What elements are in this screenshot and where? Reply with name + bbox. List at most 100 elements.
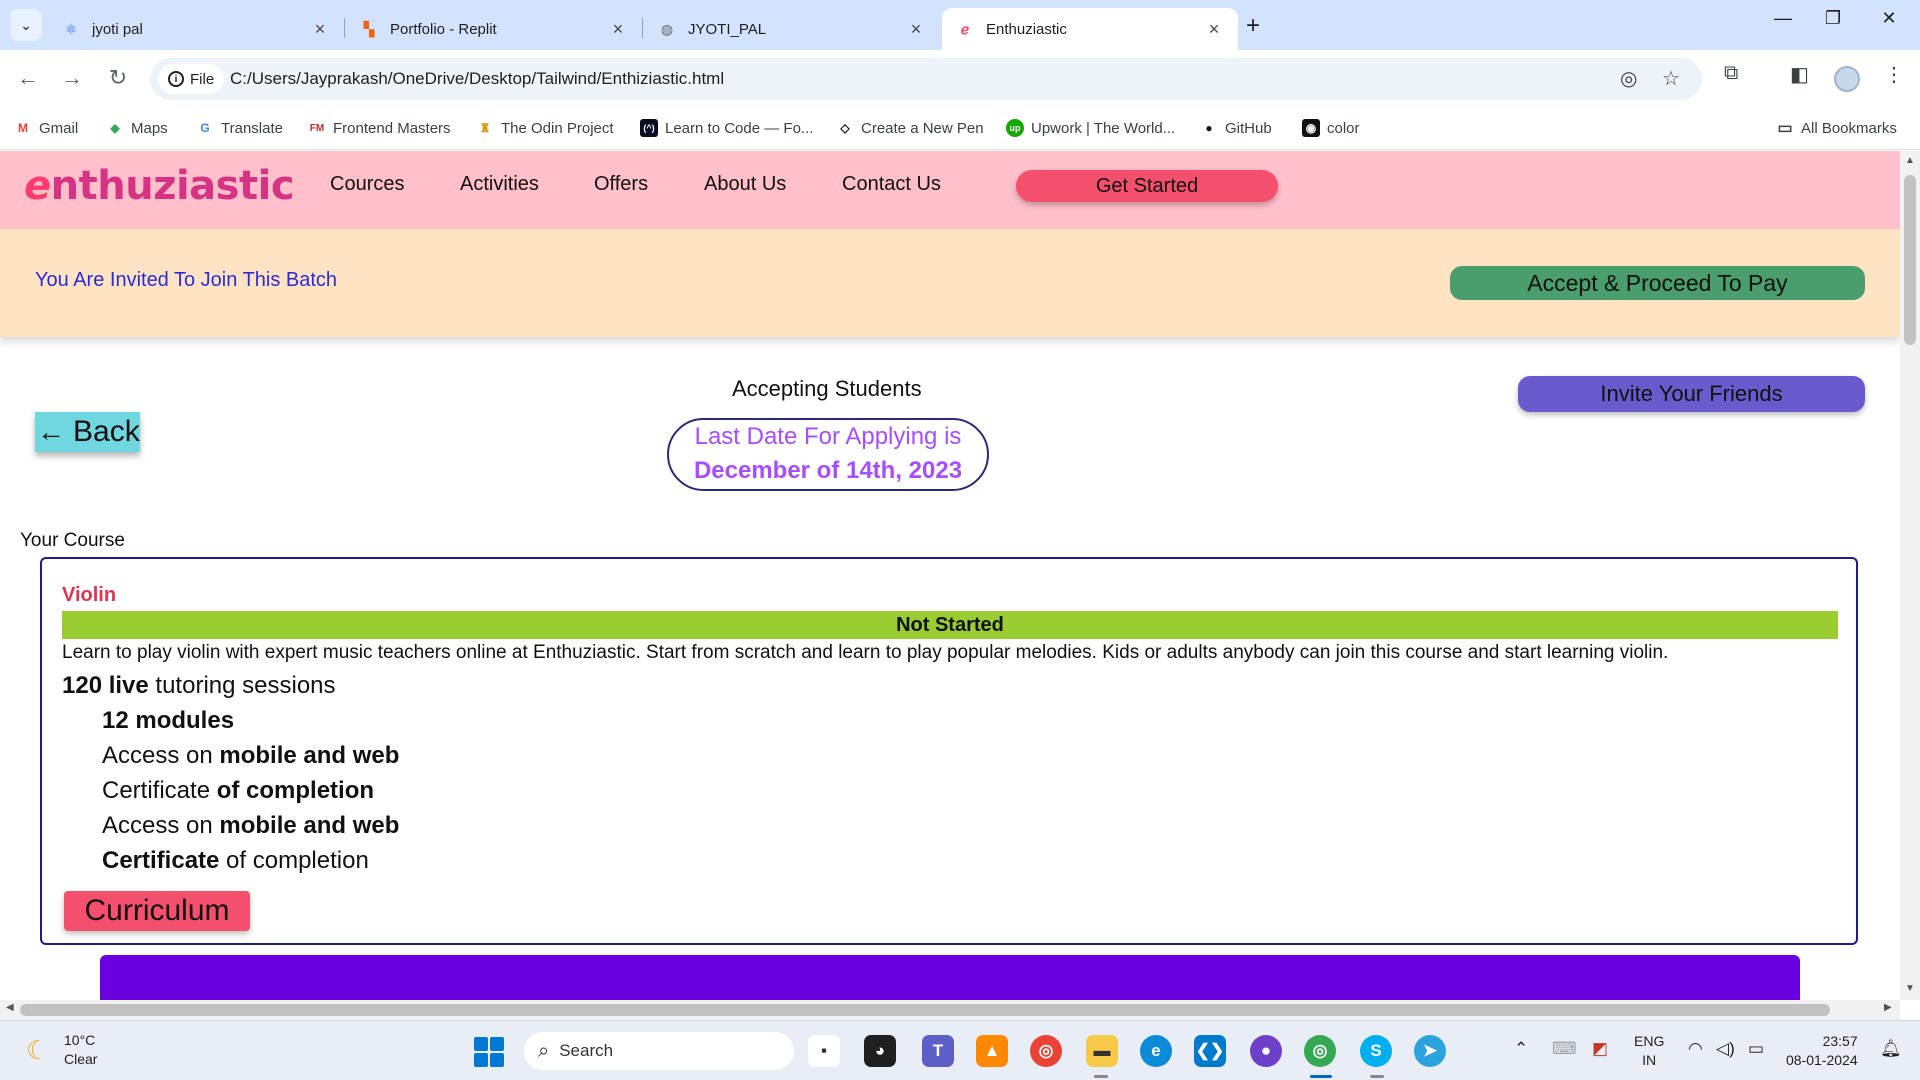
deadline-badge: Last Date For Applying is December of 14… (667, 418, 989, 491)
nav-cources[interactable]: Cources (330, 173, 404, 196)
feature-item: Certificate of completion (102, 777, 374, 805)
bookmark-freecodecamp[interactable]: (^) Learn to Code — Fo... (640, 119, 813, 137)
feature-text: Certificate (102, 777, 217, 804)
bookmark-label: Gmail (39, 119, 79, 137)
task-view-icon[interactable]: ▪ (808, 1035, 840, 1067)
github-app-icon[interactable]: ● (1250, 1035, 1282, 1067)
reload-icon[interactable]: ↻ (102, 62, 134, 94)
chrome-profile-icon[interactable]: ◎ (1304, 1035, 1336, 1067)
back-arrow-icon[interactable]: ← (12, 62, 44, 94)
feature-text: of completion (219, 847, 369, 874)
eye-off-icon[interactable]: ◎ (1620, 66, 1637, 91)
wifi-icon[interactable]: ◠ (1688, 1039, 1703, 1059)
app-indicator-active (1310, 1075, 1332, 1078)
feature-text: Access on (102, 742, 220, 769)
lang-code: ENG (1634, 1033, 1665, 1049)
nav-activities[interactable]: Activities (460, 173, 539, 196)
upwork-icon: up (1006, 119, 1024, 137)
skype-icon[interactable]: S (1360, 1035, 1392, 1067)
scroll-thumb[interactable] (1904, 175, 1916, 345)
accepting-students-label: Accepting Students (732, 376, 922, 401)
restore-icon[interactable]: ❐ (1810, 8, 1856, 29)
tab-jyoti-pal-upper[interactable]: ◍ JYOTI_PAL × (644, 8, 940, 50)
github-desktop-icon[interactable]: ◕ (864, 1035, 896, 1067)
tab-portfolio-replit[interactable]: ▚ Portfolio - Replit × (346, 8, 642, 50)
horizontal-scrollbar[interactable]: ◀ ▶ (0, 1000, 1900, 1020)
weather-widget[interactable]: 10°C Clear (64, 1031, 97, 1069)
bookmark-color[interactable]: ◉ color (1302, 119, 1360, 137)
bookmark-label: Learn to Code — Fo... (665, 119, 814, 137)
url-text[interactable]: C:/Users/Jayprakash/OneDrive/Desktop/Tai… (230, 69, 724, 89)
close-icon[interactable]: × (1204, 19, 1224, 40)
system-clock[interactable]: 23:57 08-01-2024 (1786, 1032, 1858, 1070)
scroll-thumb[interactable] (20, 1004, 1830, 1016)
vertical-scrollbar[interactable]: ▲ ▼ (1900, 151, 1920, 1000)
feature-item: Access on mobile and web (102, 812, 399, 840)
avatar[interactable] (1834, 66, 1860, 92)
freecodecamp-icon: (^) (640, 119, 658, 137)
back-button[interactable]: ← Back (35, 412, 140, 452)
bookmark-odin-project[interactable]: ♜ The Odin Project (476, 119, 614, 137)
window-close-icon[interactable]: ✕ (1866, 8, 1912, 29)
tab-enthuziastic[interactable]: ℯ Enthuziastic × (942, 8, 1238, 50)
bookmark-github[interactable]: ● GitHub (1200, 119, 1271, 137)
invite-friends-button[interactable]: Invite Your Friends (1518, 376, 1865, 412)
keyboard-icon[interactable]: ⌨ (1552, 1039, 1577, 1059)
weather-temp: 10°C (64, 1032, 96, 1048)
app-indicator (1370, 1075, 1384, 1078)
close-icon[interactable]: × (906, 19, 926, 40)
sidepanel-icon[interactable]: ◧ (1790, 62, 1809, 87)
extensions-icon[interactable]: ⧉ (1724, 62, 1738, 85)
scroll-down-icon[interactable]: ▼ (1900, 983, 1920, 994)
accept-pay-button[interactable]: Accept & Proceed To Pay (1450, 266, 1865, 300)
nav-contact-us[interactable]: Contact Us (842, 173, 941, 196)
tab-jyoti-pal[interactable]: ⚛ jyoti pal × (48, 8, 344, 50)
scroll-left-icon[interactable]: ◀ (6, 1002, 14, 1013)
bookmark-gmail[interactable]: M Gmail (14, 119, 78, 137)
windows-start-icon[interactable] (474, 1037, 504, 1067)
file-explorer-icon[interactable]: ▬ (1086, 1035, 1118, 1067)
feature-bold: mobile and web (219, 812, 400, 839)
site-logo[interactable]: enthuziastic (24, 163, 295, 209)
nav-offers[interactable]: Offers (594, 173, 648, 196)
get-started-button[interactable]: Get Started (1016, 170, 1278, 202)
teams-icon[interactable]: T (922, 1035, 954, 1067)
nav-about-us[interactable]: About Us (704, 173, 786, 196)
bookmark-translate[interactable]: G Translate (196, 119, 283, 137)
close-icon[interactable]: × (310, 19, 330, 40)
menu-icon[interactable]: ⋮ (1884, 62, 1904, 87)
vscode-icon[interactable]: ❮❯ (1194, 1035, 1226, 1067)
star-icon[interactable]: ☆ (1662, 66, 1680, 91)
new-tab-button[interactable]: + (1246, 12, 1260, 40)
taskbar-search[interactable]: ⌕ Search (524, 1032, 794, 1070)
volume-icon[interactable]: ◁) (1716, 1039, 1735, 1059)
gmail-icon: M (18, 121, 28, 135)
site-info-chip[interactable]: i File (158, 64, 225, 94)
tab-search-button[interactable]: ⌄ (10, 9, 42, 41)
chrome-icon[interactable]: ◎ (1030, 1035, 1062, 1067)
notification-bell-icon[interactable]: 🔔︎ (1880, 1039, 1902, 1059)
scroll-right-icon[interactable]: ▶ (1884, 1002, 1892, 1013)
bookmark-codepen[interactable]: ◇ Create a New Pen (836, 119, 983, 137)
bookmark-frontend-masters[interactable]: FM Frontend Masters (308, 119, 451, 137)
antivirus-icon[interactable]: ◩ (1592, 1039, 1608, 1059)
curriculum-button[interactable]: Curriculum (64, 891, 250, 931)
close-icon[interactable]: × (608, 19, 628, 40)
battery-icon[interactable]: ▭ (1748, 1039, 1764, 1059)
enthuziastic-icon: ℯ (960, 20, 970, 37)
bookmark-upwork[interactable]: up Upwork | The World... (1006, 119, 1175, 137)
chevron-up-icon[interactable]: ⌃ (1514, 1039, 1528, 1059)
edge-icon[interactable]: e (1140, 1035, 1172, 1067)
minimize-icon[interactable]: — (1760, 8, 1806, 29)
github-icon: ● (1205, 121, 1213, 135)
all-bookmarks-button[interactable]: ▭ All Bookmarks (1776, 119, 1896, 138)
telegram-icon[interactable]: ➤ (1414, 1035, 1446, 1067)
moon-icon[interactable]: ☾ (26, 1035, 49, 1066)
vlc-icon[interactable]: ▲ (976, 1035, 1008, 1067)
forward-arrow-icon[interactable]: → (56, 62, 88, 94)
language-indicator[interactable]: ENG IN (1634, 1032, 1664, 1070)
scroll-up-icon[interactable]: ▲ (1900, 155, 1920, 166)
bookmark-maps[interactable]: ◆ Maps (106, 119, 167, 137)
tab-title: JYOTI_PAL (688, 20, 767, 38)
address-bar[interactable]: i File C:/Users/Jayprakash/OneDrive/Desk… (150, 58, 1702, 100)
